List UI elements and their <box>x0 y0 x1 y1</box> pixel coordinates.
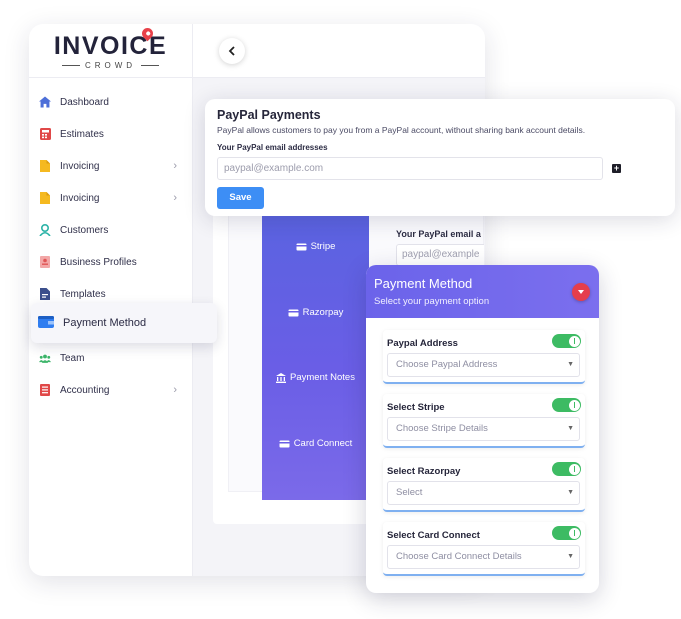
payment-method-panel: Payment Method Select your payment optio… <box>366 265 599 593</box>
panel-title: PayPal Payments <box>217 108 321 122</box>
customer-icon <box>39 224 51 236</box>
chevron-right-icon: › <box>173 384 177 396</box>
panel-title: Payment Method <box>374 276 473 291</box>
payment-option-card-connect: Select Card Connect Choose Card Connect … <box>383 522 585 576</box>
card-icon <box>279 440 290 448</box>
gateway-item-label: Razorpay <box>302 307 344 318</box>
background-email-input[interactable]: paypal@example <box>396 244 484 266</box>
accounting-icon <box>39 384 51 396</box>
sidebar-item-label: Estimates <box>60 128 104 140</box>
select-value: Choose Card Connect Details <box>396 551 522 562</box>
email-field-label: Your PayPal email addresses <box>217 143 328 152</box>
sidebar-item-label: Accounting <box>60 384 110 396</box>
sidebar-item-label: Business Profiles <box>60 256 137 268</box>
calculator-icon <box>39 128 51 140</box>
gateway-item-razorpay[interactable]: Razorpay <box>262 307 369 318</box>
save-button[interactable]: Save <box>217 187 264 209</box>
card-icon <box>288 309 299 317</box>
dropdown-caret-icon: ▼ <box>567 425 574 432</box>
template-icon <box>39 288 51 300</box>
enable-toggle[interactable] <box>552 398 581 412</box>
paypal-email-input[interactable]: paypal@example.com <box>217 157 603 180</box>
toggle-knob-icon <box>574 530 575 536</box>
option-select[interactable]: Choose Paypal Address ▼ <box>387 353 580 377</box>
sidebar-item-label: Invoicing <box>60 160 100 172</box>
back-button[interactable] <box>219 38 245 64</box>
marketing-composition: INVOICE CROWD Dashboard Estimates Invoic… <box>0 0 681 619</box>
option-label: Select Stripe <box>387 402 445 413</box>
dropdown-caret-icon: ▼ <box>567 489 574 496</box>
chevron-left-icon <box>228 44 236 59</box>
paypal-payments-panel: PayPal Payments PayPal allows customers … <box>205 99 675 216</box>
document-icon <box>39 192 51 204</box>
chevron-right-icon: › <box>173 192 177 204</box>
option-select[interactable]: Choose Stripe Details ▼ <box>387 417 580 441</box>
gateway-item-card-connect[interactable]: Card Connect <box>262 438 369 449</box>
enable-toggle[interactable] <box>552 526 581 540</box>
payment-option-stripe: Select Stripe Choose Stripe Details ▼ <box>383 394 585 448</box>
collapse-button[interactable] <box>572 283 590 301</box>
brand-name: INVOICE <box>54 25 167 59</box>
team-icon <box>39 352 51 364</box>
background-email-label: Your PayPal email a <box>396 229 481 239</box>
gateway-item-label: Card Connect <box>293 438 353 449</box>
sidebar-item-label: Payment Method <box>63 317 147 329</box>
enable-toggle[interactable] <box>552 462 581 476</box>
gateway-item-payment-notes[interactable]: Payment Notes <box>262 372 369 383</box>
sidebar: INVOICE CROWD Dashboard Estimates Invoic… <box>29 24 193 576</box>
panel-subtitle: Select your payment option <box>374 296 490 307</box>
toggle-knob-icon <box>574 338 575 344</box>
sidebar-item-team[interactable]: Team <box>29 342 193 374</box>
sidebar-item-label: Customers <box>60 224 109 236</box>
document-icon <box>39 160 51 172</box>
toggle-knob-icon <box>574 466 575 472</box>
card-icon <box>296 243 307 251</box>
select-value: Choose Stripe Details <box>396 423 488 434</box>
home-icon <box>39 96 51 108</box>
gateway-item-label: Payment Notes <box>290 372 355 383</box>
chevron-right-icon: › <box>173 160 177 172</box>
sidebar-item-label: Templates <box>60 288 106 300</box>
sidebar-item-business-profiles[interactable]: Business Profiles <box>29 246 193 278</box>
sidebar-item-estimates[interactable]: Estimates <box>29 118 193 150</box>
option-label: Paypal Address <box>387 338 458 349</box>
sidebar-item-dashboard[interactable]: Dashboard <box>29 86 193 118</box>
payment-option-paypal: Paypal Address Choose Paypal Address ▼ <box>383 330 585 384</box>
enable-toggle[interactable] <box>552 334 581 348</box>
sidebar-item-accounting[interactable]: Accounting › <box>29 374 193 406</box>
panel-description: PayPal allows customers to pay you from … <box>217 125 586 135</box>
bank-icon <box>276 372 287 383</box>
sidebar-item-customers[interactable]: Customers <box>29 214 193 246</box>
topbar <box>193 24 485 78</box>
dropdown-caret-icon: ▼ <box>567 361 574 368</box>
gateway-item-label: Stripe <box>310 241 336 252</box>
gateway-item-stripe[interactable]: Stripe <box>262 241 369 252</box>
sidebar-nav: Dashboard Estimates Invoicing › Invoicin… <box>29 86 193 406</box>
option-select[interactable]: Select ▼ <box>387 481 580 505</box>
brand-subname: CROWD <box>29 61 192 70</box>
panel-header: Payment Method Select your payment optio… <box>366 265 599 318</box>
profile-icon <box>39 256 51 268</box>
sidebar-item-invoicing[interactable]: Invoicing › <box>29 150 193 182</box>
sidebar-item-label: Invoicing <box>60 192 100 204</box>
add-email-button[interactable]: + <box>612 164 621 173</box>
gateway-menu: Stripe Razorpay Payment Notes Card Conne… <box>262 210 369 500</box>
dropdown-caret-icon: ▼ <box>567 553 574 560</box>
payment-option-razorpay: Select Razorpay Select ▼ <box>383 458 585 512</box>
option-label: Select Razorpay <box>387 466 461 477</box>
option-label: Select Card Connect <box>387 530 480 541</box>
select-value: Choose Paypal Address <box>396 359 498 370</box>
sidebar-item-label: Team <box>60 352 85 364</box>
option-select[interactable]: Choose Card Connect Details ▼ <box>387 545 580 569</box>
sidebar-item-invoicing-2[interactable]: Invoicing › <box>29 182 193 214</box>
sidebar-item-label: Dashboard <box>60 96 109 108</box>
wallet-icon <box>38 315 54 331</box>
sidebar-item-payment-method[interactable]: Payment Method <box>31 303 217 343</box>
toggle-knob-icon <box>574 402 575 408</box>
brand-logo[interactable]: INVOICE CROWD <box>29 24 192 78</box>
select-value: Select <box>396 487 423 498</box>
